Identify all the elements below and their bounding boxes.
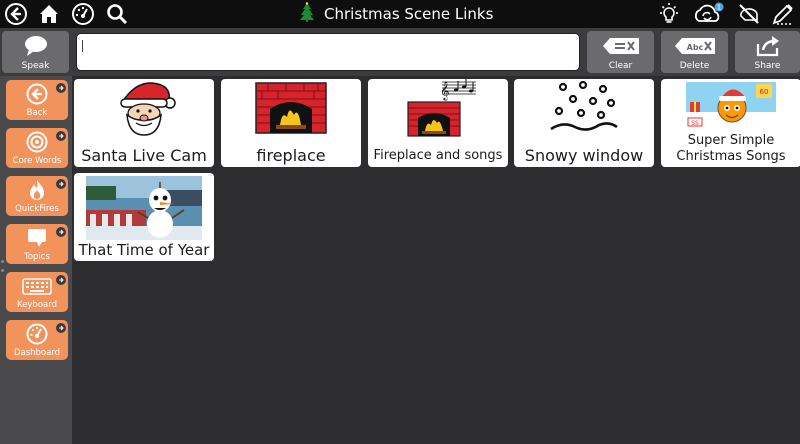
speak-label: Speak <box>21 61 50 71</box>
title-area: Christmas Scene Links <box>300 0 550 28</box>
sidebar-item-label: QuickFires <box>15 204 59 214</box>
sidebar-item-label: Back <box>26 108 48 118</box>
tile-label: Snowy window <box>524 146 644 165</box>
fireplace-icon <box>221 82 361 134</box>
sidebar: Back Core Words QuickFires Topics Keyboa… <box>0 76 72 444</box>
snow-icon <box>514 81 654 134</box>
sidebar-item-back[interactable]: Back <box>6 80 68 120</box>
delete-label: Delete <box>679 61 710 71</box>
sidebar-item-quickfires[interactable]: QuickFires <box>6 176 68 216</box>
svg-text:Abc: Abc <box>686 43 703 52</box>
link-arrow-icon <box>56 83 66 93</box>
tile-label-line: Christmas Songs <box>676 149 786 164</box>
olaf-thumbnail <box>74 176 214 240</box>
share-label: Share <box>754 61 781 71</box>
sidebar-item-label: Dashboard <box>13 348 61 358</box>
link-arrow-icon <box>56 323 66 333</box>
lightbulb-icon[interactable] <box>656 1 682 27</box>
home-icon[interactable] <box>36 1 62 27</box>
clear-label: Clear <box>608 61 633 71</box>
message-bar[interactable] <box>76 33 580 71</box>
link-arrow-icon <box>56 275 66 285</box>
back-icon[interactable] <box>3 1 29 27</box>
svg-text:60: 60 <box>760 88 769 96</box>
christmas-tree-icon <box>300 2 314 26</box>
sidebar-item-core-words[interactable]: Core Words <box>6 128 68 168</box>
tile-label-line: Super Simple <box>687 133 775 148</box>
santa-icon <box>74 82 214 136</box>
sync-icon[interactable]: 1 <box>692 1 726 27</box>
tile-santa-live-cam[interactable]: Santa Live Cam <box>74 79 214 167</box>
page-title: Christmas Scene Links <box>324 5 494 23</box>
fireplace-music-icon: 𝄞 <box>368 79 508 137</box>
sidebar-item-label: Keyboard <box>17 300 57 310</box>
speak-button[interactable]: Speak <box>2 31 69 73</box>
tile-super-simple-christmas-songs[interactable]: 60 SS Super Simple Christmas Songs <box>661 79 800 167</box>
search-icon[interactable] <box>104 1 130 27</box>
clear-icon <box>587 35 654 57</box>
svg-text:SS: SS <box>691 120 699 127</box>
delete-button[interactable]: Abc Delete <box>661 31 728 73</box>
top-bar: Christmas Scene Links 1 <box>0 0 800 28</box>
sidebar-item-keyboard[interactable]: Keyboard <box>6 272 68 312</box>
page-indicator-dot <box>1 260 4 263</box>
tile-fireplace[interactable]: fireplace <box>221 79 361 167</box>
hide-icon[interactable] <box>736 1 762 27</box>
speech-bubble-icon <box>2 35 69 57</box>
tile-snowy-window[interactable]: Snowy window <box>514 79 654 167</box>
tile-that-time-of-year[interactable]: That Time of Year <box>74 173 214 261</box>
link-arrow-icon <box>56 179 66 189</box>
svg-text:1: 1 <box>717 4 721 12</box>
delete-icon: Abc <box>661 35 728 57</box>
tile-label: Super Simple Christmas Songs <box>663 133 799 165</box>
edit-icon[interactable] <box>770 1 796 27</box>
tile-label: That Time of Year <box>78 241 210 259</box>
link-arrow-icon <box>56 227 66 237</box>
link-arrow-icon <box>56 131 66 141</box>
clear-button[interactable]: Clear <box>587 31 654 73</box>
page-indicator-dot <box>1 269 4 272</box>
tile-fireplace-and-songs[interactable]: 𝄞 Fireplace and songs <box>368 79 508 167</box>
tile-label: Fireplace and songs <box>373 148 503 163</box>
share-icon <box>735 35 800 57</box>
super-simple-thumbnail: 60 SS <box>661 82 800 130</box>
sidebar-item-dashboard[interactable]: Dashboard <box>6 320 68 360</box>
tile-label: fireplace <box>256 146 326 165</box>
sidebar-item-label: Core Words <box>12 156 62 166</box>
sidebar-item-label: Topics <box>24 252 50 262</box>
sidebar-item-topics[interactable]: Topics <box>6 224 68 264</box>
text-caret <box>82 40 83 52</box>
svg-text:𝄞: 𝄞 <box>440 81 449 101</box>
share-button[interactable]: Share <box>735 31 800 73</box>
dashboard-icon[interactable] <box>70 1 96 27</box>
tile-label: Santa Live Cam <box>81 146 207 165</box>
